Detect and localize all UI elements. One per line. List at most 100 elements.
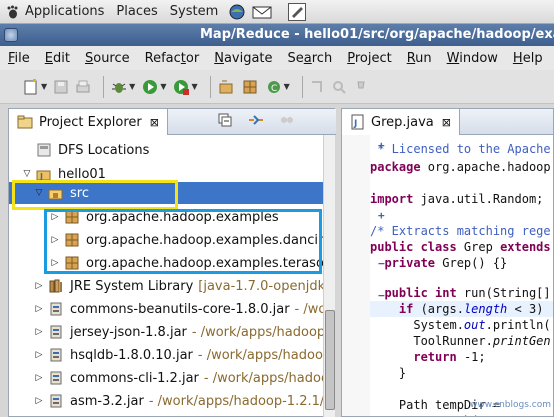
scrollbar-thumb[interactable]	[325, 310, 335, 410]
print-icon[interactable]	[75, 77, 91, 97]
jar-icon	[48, 370, 64, 386]
menu-help[interactable]: Help	[513, 51, 543, 66]
toolbar-separator	[301, 75, 303, 98]
filter-icon[interactable]	[279, 112, 295, 131]
tree-item-commons-cli-1-2-jar[interactable]: ▷ commons-cli-1.2.jar- /work/apps/hadoop-	[33, 367, 323, 389]
editor-gutter	[342, 135, 370, 416]
java-file-icon: J	[351, 114, 364, 130]
svg-text:J: J	[353, 119, 357, 129]
debug-icon[interactable]: ▼	[110, 77, 135, 97]
top-panel: Applications Places System	[0, 0, 554, 24]
tree-item-jre-system-library[interactable]: ▷ JRE System Library[java-1.7.0-openjdk-1…	[33, 275, 323, 297]
expand-arrow-icon[interactable]: ▷	[33, 281, 45, 291]
fold-expand-icon[interactable]: +	[378, 209, 385, 222]
code-line[interactable]: private Grep() {}	[370, 255, 553, 271]
menu-source[interactable]: Source	[85, 51, 130, 66]
tree-item-label: asm-3.2.jar	[70, 393, 144, 409]
save-icon[interactable]	[53, 77, 69, 97]
applications-menu-label: Applications	[25, 4, 105, 19]
tree-item-dfs-locations[interactable]: DFS Locations	[21, 139, 149, 161]
expand-arrow-icon[interactable]: ▷	[33, 304, 45, 314]
code-line[interactable]: new Path("grep-temp	[370, 413, 553, 416]
jar-icon	[48, 393, 64, 409]
tree-item-label: hsqldb-1.8.0.10.jar	[70, 347, 193, 363]
tree-item-path: - /work/apps/hadoop-1.2	[197, 347, 323, 363]
menu-project[interactable]: Project	[347, 51, 392, 66]
new-java-project-icon[interactable]	[217, 77, 235, 97]
tree-item-path: - /work/apps/hadoop-	[203, 370, 323, 386]
tree-item-jersey-json-1-8-jar[interactable]: ▷ jersey-json-1.8.jar- /work/apps/hadoop-…	[33, 321, 323, 343]
code-line[interactable]: /* Extracts matching rege	[370, 223, 553, 239]
project-explorer-icon	[17, 115, 33, 129]
collapse-arrow-icon[interactable]: ▽	[21, 169, 33, 179]
new-icon[interactable]: ▼	[22, 77, 47, 97]
editor-tab-grep[interactable]: J Grep.java ⊠	[342, 109, 460, 135]
window-title: Map/Reduce - hello01/src/org/apache/hado…	[200, 27, 554, 42]
menu-run[interactable]: Run	[407, 51, 432, 66]
code-line[interactable]: import java.util.Random;	[370, 191, 553, 207]
project-explorer-tab-label: Project Explorer	[39, 114, 142, 130]
places-menu-label: Places	[116, 4, 158, 19]
link-with-editor-icon[interactable]	[247, 112, 265, 131]
code-line[interactable]: public int run(String[]	[370, 285, 553, 301]
run-icon[interactable]: ▼	[141, 77, 166, 97]
menu-navigate[interactable]: Navigate	[214, 51, 272, 66]
expand-arrow-icon[interactable]: ▷	[33, 396, 45, 406]
search-icon[interactable]	[331, 77, 347, 97]
expand-arrow-icon[interactable]: ▷	[33, 373, 45, 383]
code-line[interactable]: public class Grep extends	[370, 239, 553, 255]
open-type-icon[interactable]	[309, 77, 325, 97]
menu-window[interactable]: Window	[447, 51, 498, 66]
java-editor: J Grep.java ⊠ + + − − − * Licensed to th…	[341, 108, 554, 417]
tree-item-path: - /work/apps/hadoop-1.2	[191, 324, 323, 340]
jar-icon	[48, 301, 64, 317]
applications-menu[interactable]: Applications	[0, 0, 110, 24]
code-line[interactable]: System.out.println(	[370, 317, 553, 333]
system-menu[interactable]: System	[164, 0, 224, 24]
code-line[interactable]: if (args.length < 3)	[370, 301, 553, 317]
code-line[interactable]: package org.apache.hadoop	[370, 159, 553, 175]
places-menu[interactable]: Places	[110, 0, 163, 24]
tree-item-hsqldb-1-8-0-10-jar[interactable]: ▷ hsqldb-1.8.0.10.jar- /work/apps/hadoop-…	[33, 344, 323, 366]
close-icon[interactable]: ⊠	[442, 116, 451, 129]
system-menu-label: System	[169, 4, 219, 19]
toolbar: ▼ ▼ ▼ ▼ C ▼	[0, 70, 554, 104]
library-icon	[48, 278, 64, 294]
code-line[interactable]: ToolRunner.printGen	[370, 333, 553, 349]
expand-arrow-icon[interactable]: ▷	[33, 350, 45, 360]
editor-tabbar: J Grep.java ⊠	[342, 109, 553, 135]
new-class-icon[interactable]: C ▼	[265, 77, 290, 97]
jar-icon	[48, 347, 64, 363]
external-tools-icon[interactable]: ▼	[172, 77, 198, 97]
menu-edit[interactable]: Edit	[45, 51, 70, 66]
new-package-icon[interactable]	[241, 77, 259, 97]
close-icon[interactable]: ⊠	[150, 116, 159, 129]
menu-refactor[interactable]: Refactor	[145, 51, 200, 66]
browser-launcher-icon[interactable]	[228, 3, 246, 21]
explorer-scrollbar[interactable]	[323, 135, 335, 417]
code-line[interactable]: return -1;	[370, 349, 553, 365]
project-explorer-tab[interactable]: Project Explorer ⊠	[9, 109, 168, 135]
packages-highlight-box	[44, 209, 322, 274]
tree-item-label: commons-beanutils-core-1.8.0.jar	[70, 301, 290, 317]
menu-search[interactable]: Search	[288, 51, 333, 66]
notes-launcher-icon[interactable]	[288, 3, 306, 21]
tree-item-commons-beanutils-core-1-8-0-jar[interactable]: ▷ commons-beanutils-core-1.8.0.jar- /work…	[33, 298, 323, 320]
pin-icon[interactable]	[353, 77, 369, 97]
expand-arrow-icon[interactable]: ▷	[33, 327, 45, 337]
menu-file[interactable]: File	[8, 51, 30, 66]
menu-bar: File Edit Source Refactor Navigate Search Proj…	[0, 46, 554, 70]
svg-text:C: C	[271, 84, 277, 94]
tree-item-label: jersey-json-1.8.jar	[70, 324, 187, 340]
code-line[interactable]: }	[370, 365, 553, 381]
collapse-all-icon[interactable]	[217, 112, 233, 131]
tree-item-asm-3-2-jar[interactable]: ▷ asm-3.2.jar - /work/apps/hadoop-1.2.1/li…	[33, 390, 323, 412]
code-line[interactable]: * Licensed to the Apache	[370, 141, 553, 157]
watermark: www.cnblogs.com	[470, 400, 551, 410]
mail-launcher-icon[interactable]	[252, 4, 272, 20]
tree-item-path: - /work/	[294, 301, 323, 317]
gnome-foot-icon	[7, 5, 18, 18]
window-title-bar[interactable]: Map/Reduce - hello01/src/org/apache/hado…	[0, 24, 554, 46]
window-menu-icon[interactable]	[4, 28, 18, 42]
tree-item-label: JRE System Library	[70, 278, 194, 294]
